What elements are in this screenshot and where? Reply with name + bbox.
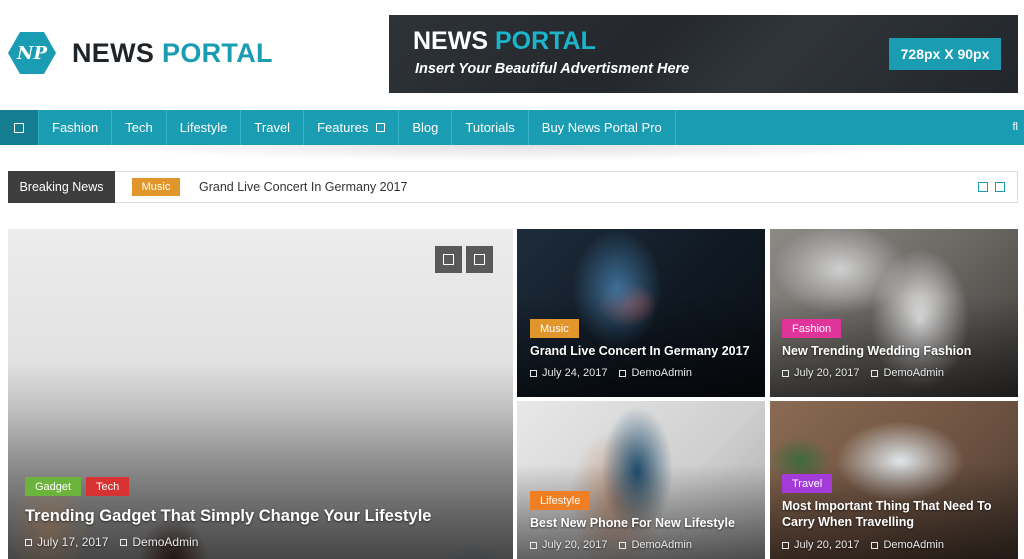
nav-item-lifestyle[interactable]: Lifestyle: [167, 110, 242, 145]
header-ad-banner[interactable]: NEWS PORTAL Insert Your Beautiful Advert…: [389, 15, 1018, 93]
category-badge[interactable]: Fashion: [782, 319, 842, 338]
breaking-news-label: Breaking News: [8, 171, 115, 203]
nav-item-label: Travel: [254, 120, 291, 135]
post-author[interactable]: DemoAdmin: [883, 367, 944, 379]
home-icon: [14, 122, 24, 133]
nav-item-travel[interactable]: Travel: [241, 110, 305, 145]
category-badge[interactable]: Music: [530, 319, 579, 338]
post-card-music[interactable]: Music Grand Live Concert In Germany 2017…: [517, 229, 765, 397]
post-date: July 24, 2017: [542, 367, 608, 379]
nav-item-label: Fashion: [52, 120, 99, 135]
featured-post-meta: July 17, 2017 DemoAdmin: [25, 535, 198, 549]
post-author[interactable]: DemoAdmin: [631, 539, 692, 551]
site-title-part2: PORTAL: [162, 37, 273, 68]
nav-item-label: Tutorials: [465, 120, 515, 135]
post-meta: July 20, 2017 DemoAdmin: [530, 539, 692, 551]
slider-next-button[interactable]: [466, 246, 493, 273]
calendar-icon: [782, 369, 789, 377]
nav-item-label: Buy News Portal Pro: [541, 120, 662, 135]
user-icon: [619, 541, 627, 549]
post-author[interactable]: DemoAdmin: [631, 367, 692, 379]
dropdown-icon: [376, 123, 386, 132]
site-header: NP NEWS PORTAL NEWS PORTAL Insert Your B…: [0, 0, 1024, 110]
nav-shadow: [80, 145, 944, 161]
post-card-lifestyle[interactable]: Lifestyle Best New Phone For New Lifesty…: [517, 401, 765, 559]
post-card-travel[interactable]: Travel Most Important Thing That Need To…: [770, 401, 1018, 559]
nav-item-fashion[interactable]: Fashion: [39, 110, 113, 145]
post-meta: July 24, 2017 DemoAdmin: [530, 367, 692, 379]
nav-home-button[interactable]: [0, 110, 39, 145]
user-icon: [871, 369, 879, 377]
ticker-category-badge[interactable]: Music: [132, 178, 180, 196]
ticker-prev-icon[interactable]: [978, 182, 988, 192]
post-title[interactable]: Most Important Thing That Need To Carry …: [782, 498, 1010, 531]
nav-item-label: Blog: [412, 120, 439, 135]
post-title[interactable]: Best New Phone For New Lifestyle: [530, 515, 758, 531]
main-navigation: Fashion Tech Lifestyle Travel Features B…: [0, 110, 1024, 145]
post-title[interactable]: Grand Live Concert In Germany 2017: [530, 343, 758, 359]
nav-item-tutorials[interactable]: Tutorials: [452, 110, 529, 145]
user-icon: [619, 369, 627, 377]
user-icon: [871, 541, 879, 549]
search-icon[interactable]: fl: [1013, 121, 1019, 133]
post-date: July 17, 2017: [37, 535, 109, 549]
ticker-next-icon[interactable]: [995, 182, 1005, 192]
ad-size-badge: 728px X 90px: [889, 38, 1001, 70]
nav-item-label: Tech: [125, 120, 153, 135]
nav-item-tech[interactable]: Tech: [112, 110, 167, 145]
post-meta: July 20, 2017 DemoAdmin: [782, 539, 944, 551]
user-icon: [120, 538, 128, 546]
nav-item-features[interactable]: Features: [304, 110, 400, 145]
breaking-news-ticker: Breaking News Music Grand Live Concert I…: [8, 171, 1018, 203]
nav-item-buy-pro[interactable]: Buy News Portal Pro: [529, 110, 676, 145]
post-author[interactable]: DemoAdmin: [132, 535, 198, 549]
calendar-icon: [782, 541, 789, 549]
calendar-icon: [25, 538, 32, 546]
ad-title: NEWS PORTAL: [413, 27, 596, 56]
category-badge-gadget[interactable]: Gadget: [25, 477, 82, 496]
post-date: July 20, 2017: [794, 539, 860, 551]
post-title[interactable]: New Trending Wedding Fashion: [782, 343, 1010, 359]
logo-mark: NP: [8, 32, 56, 74]
nav-item-blog[interactable]: Blog: [399, 110, 453, 145]
ad-subtitle: Insert Your Beautiful Advertisment Here: [415, 61, 690, 77]
post-card-fashion[interactable]: Fashion New Trending Wedding Fashion Jul…: [770, 229, 1018, 397]
ticker-headline-link[interactable]: Grand Live Concert In Germany 2017: [199, 180, 407, 194]
next-icon: [474, 254, 485, 265]
site-title-part1: NEWS: [72, 37, 155, 68]
ad-title-part1: NEWS: [413, 27, 488, 55]
site-title: NEWS PORTAL: [72, 38, 273, 69]
category-badge[interactable]: Travel: [782, 474, 833, 493]
post-date: July 20, 2017: [542, 539, 608, 551]
prev-icon: [443, 254, 454, 265]
featured-post-card[interactable]: Gadget Tech Trending Gadget That Simply …: [8, 229, 513, 559]
site-logo[interactable]: NP NEWS PORTAL: [8, 32, 273, 74]
category-badge-tech[interactable]: Tech: [86, 477, 130, 496]
post-meta: July 20, 2017 DemoAdmin: [782, 367, 944, 379]
slider-prev-button[interactable]: [435, 246, 462, 273]
calendar-icon: [530, 369, 537, 377]
card-overlay: [8, 361, 513, 559]
featured-post-title[interactable]: Trending Gadget That Simply Change Your …: [25, 506, 505, 527]
category-badge[interactable]: Lifestyle: [530, 491, 591, 510]
post-date: July 20, 2017: [794, 367, 860, 379]
post-author[interactable]: DemoAdmin: [883, 539, 944, 551]
nav-item-label: Features: [317, 120, 369, 135]
calendar-icon: [530, 541, 537, 549]
nav-item-label: Lifestyle: [179, 120, 228, 135]
ad-title-part2: PORTAL: [494, 27, 596, 55]
